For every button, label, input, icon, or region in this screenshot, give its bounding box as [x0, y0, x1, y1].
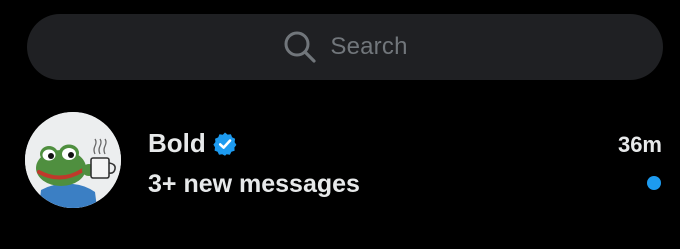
conversation-item[interactable]: Bold 3+ new messages 36m [0, 100, 680, 230]
search-placeholder: Search [330, 33, 408, 60]
messages-page: Search Bold 3+ new messages 36m [0, 0, 680, 249]
avatar[interactable] [25, 112, 121, 208]
verified-badge-icon [212, 131, 238, 157]
search-bar[interactable]: Search [27, 14, 663, 80]
unread-indicator [647, 176, 661, 190]
frog-avatar-image [25, 112, 121, 208]
search-icon [282, 29, 318, 65]
conversation-header: Bold [148, 128, 238, 159]
conversation-name: Bold [148, 128, 206, 158]
timestamp: 36m [617, 132, 662, 157]
message-preview: 3+ new messages [148, 170, 360, 198]
